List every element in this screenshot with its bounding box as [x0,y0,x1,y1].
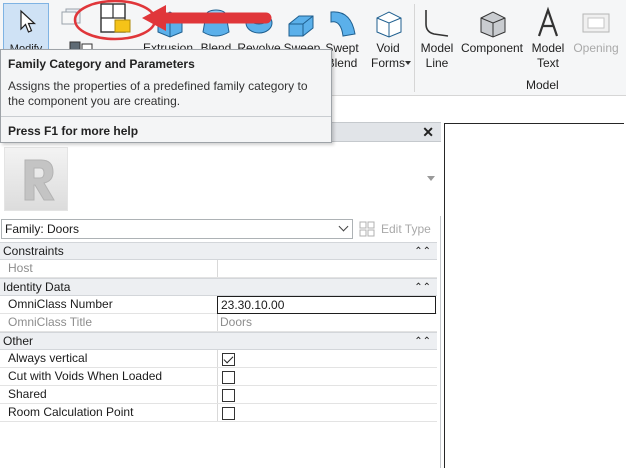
type-selector[interactable] [0,142,441,216]
column-separator [217,404,218,421]
edit-type-label: Edit Type [381,222,431,236]
chevron-down-icon [338,221,349,232]
model-text-icon [537,6,559,37]
room-calculation-point-label: Room Calculation Point [8,405,134,419]
tooltip: Family Category and Parameters Assigns t… [0,49,332,143]
row-room-calculation-point: Room Calculation Point [0,404,437,422]
row-shared: Shared [0,386,437,404]
row-omniclass-number: OmniClass Number 23.30.10.00 [0,296,437,314]
ribbon-divider [414,4,415,92]
model-line-icon [425,10,449,37]
model-text-label-2: Text [536,56,559,70]
always-vertical-checkbox[interactable] [222,353,235,366]
shared-checkbox[interactable] [222,389,235,402]
family-selector-value: Family: Doors [5,222,80,236]
group-identity-label: Identity Data [3,280,71,294]
revit-logo-icon [4,147,68,211]
tooltip-help: Press F1 for more help [8,124,139,138]
model-text-button[interactable]: Model Text [526,3,570,71]
model-line-label-1: Model [420,41,454,55]
row-cut-with-voids: Cut with Voids When Loaded [0,368,437,386]
pointer-arrow-icon [20,9,37,33]
void-forms-icon [376,11,402,38]
annotation-arrow-icon [73,0,272,41]
cut-with-voids-checkbox[interactable] [222,371,235,384]
sweep-button[interactable]: Sweep [282,3,322,55]
row-omniclass-title: OmniClass Title Doors [0,314,437,332]
group-constraints-label: Constraints [3,244,64,258]
group-other-label: Other [3,334,34,348]
opening-label: Opening [573,41,619,55]
revit-r-icon [24,159,55,201]
type-selector-dropdown-icon[interactable] [427,176,435,181]
column-separator [217,386,218,403]
group-constraints[interactable]: Constraints ⌃⌃ [0,242,437,260]
cut-with-voids-label: Cut with Voids When Loaded [8,369,163,383]
tooltip-description: Assigns the properties of a predefined f… [8,79,308,108]
host-label: Host [8,261,33,275]
tooltip-separator [1,116,331,117]
column-separator [217,350,218,367]
always-vertical-label: Always vertical [8,351,88,365]
collapse-icon[interactable]: ⌃⌃ [414,280,431,296]
edit-type-icon [359,221,375,237]
row-always-vertical: Always vertical [0,350,437,368]
model-text-label-1: Model [531,41,565,55]
omniclass-title-value: Doors [220,315,253,329]
row-host: Host [0,260,437,278]
tooltip-title: Family Category and Parameters [8,57,195,71]
room-calculation-point-checkbox[interactable] [222,407,235,420]
column-separator [217,260,218,277]
void-forms-button[interactable]: Void Forms [364,3,412,71]
group-identity-data[interactable]: Identity Data ⌃⌃ [0,278,437,296]
drawing-area [441,96,626,468]
collapse-icon[interactable]: ⌃⌃ [414,244,431,260]
group-other[interactable]: Other ⌃⌃ [0,332,437,350]
modify-button[interactable]: Modify [3,3,49,55]
shared-label: Shared [8,387,47,401]
component-icon [480,11,506,38]
omniclass-title-label: OmniClass Title [8,315,93,329]
view-canvas[interactable] [444,123,624,468]
model-line-label-2: Line [425,56,449,70]
swept-blend-icon [330,11,356,37]
collapse-icon[interactable]: ⌃⌃ [414,334,431,350]
component-button[interactable]: Component [458,3,526,55]
omniclass-number-label: OmniClass Number [8,297,113,311]
opening-icon [582,13,610,33]
close-icon[interactable]: ✕ [422,124,434,141]
column-separator [217,368,218,385]
model-line-button[interactable]: Model Line [416,3,458,71]
family-selector[interactable]: Family: Doors [1,219,353,239]
column-separator [217,314,218,331]
void-forms-label-1: Void [376,41,400,55]
model-panel-title: Model [526,78,559,92]
void-forms-dropdown-icon [405,61,411,65]
omniclass-number-field[interactable]: 23.30.10.00 [217,296,436,314]
component-label: Component [460,41,524,55]
properties-palette: Family: Doors Edit Type Constraints ⌃⌃ H… [0,142,441,468]
opening-button[interactable]: Opening [570,3,622,55]
sweep-icon [288,15,314,37]
